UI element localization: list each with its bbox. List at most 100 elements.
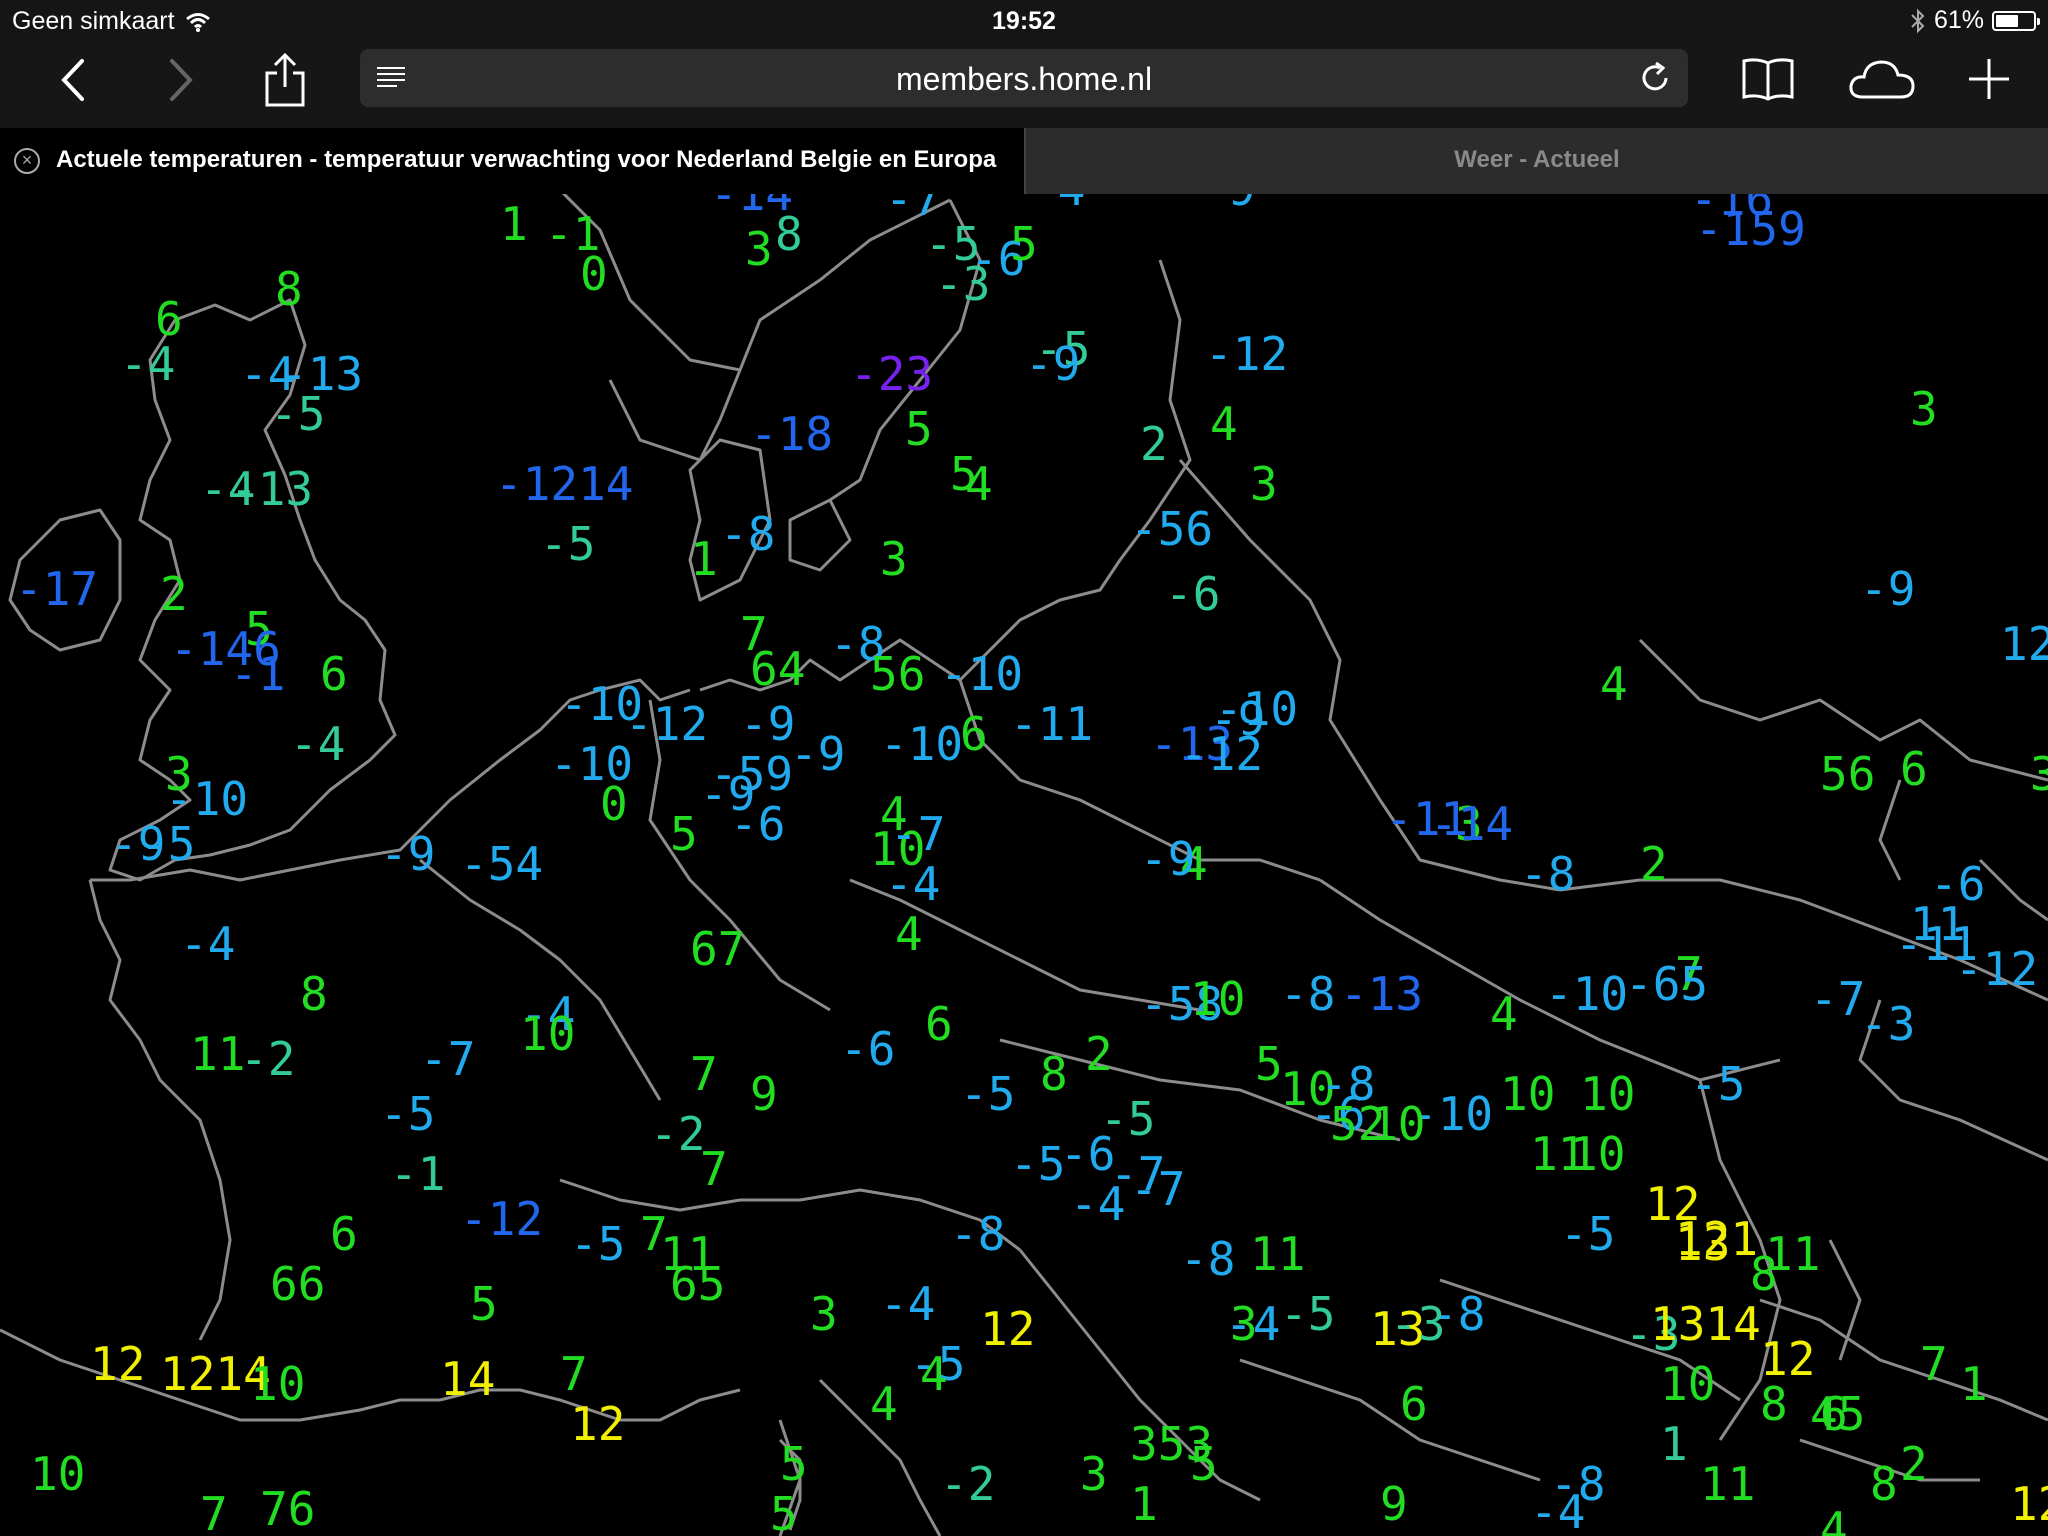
temperature-label: 0 <box>600 777 628 831</box>
reload-button[interactable] <box>1636 59 1674 97</box>
tab-title: Weer - Actueel <box>1454 146 1620 173</box>
temperature-label: 10 <box>1660 1357 1715 1411</box>
temperature-label: 6 <box>960 707 988 761</box>
temperature-label: -4 <box>120 337 175 391</box>
temperature-label: 65 <box>670 1257 725 1311</box>
temperature-label: -4 <box>290 717 345 771</box>
temperature-label: -8 <box>1550 1457 1605 1511</box>
temperature-label: 14 <box>440 1352 495 1406</box>
temperature-label: 10 <box>1190 972 1245 1026</box>
forward-button[interactable] <box>156 52 206 108</box>
temperature-label: -6 <box>1165 567 1220 621</box>
temperature-label: 9 <box>1380 1477 1408 1531</box>
temperature-label: 10 <box>30 1447 85 1501</box>
temperature-label: -12 <box>1180 727 1263 781</box>
close-icon[interactable]: × <box>14 148 40 174</box>
temperature-label: 8 <box>1040 1047 1068 1101</box>
temperature-label: 7 <box>690 1047 718 1101</box>
temperature-label: 2 <box>1085 1027 1113 1081</box>
tab-title: Actuele temperaturen - temperatuur verwa… <box>56 146 997 173</box>
coastline-map: 1-1-14-7-4-9-16-15938-5-3-60685-5-12-4-4… <box>0 194 2048 1536</box>
temperature-label: 12 <box>90 1337 145 1391</box>
temperature-label: 5 <box>1010 217 1038 271</box>
temperature-label: -4 <box>885 857 940 911</box>
temperature-label: -9 <box>1860 562 1915 616</box>
temperature-label: 3 <box>1080 1447 1108 1501</box>
temperature-label: 5 <box>905 402 933 456</box>
temperature-label: -8 <box>950 1207 1005 1261</box>
temperature-label: -12 <box>460 1192 543 1246</box>
temperature-label: -54 <box>460 837 543 891</box>
reload-icon <box>1642 61 1668 91</box>
temperature-label: 11 <box>1250 1227 1305 1281</box>
temperature-label: 12 <box>570 1397 625 1451</box>
temperature-label: -8 <box>1280 967 1335 1021</box>
temperature-label: 1 <box>1960 1357 1988 1411</box>
url-text: members.home.nl <box>895 61 1153 97</box>
temperature-label: -10 <box>2030 627 2048 681</box>
temperature-label: 4 <box>1820 1502 1848 1536</box>
back-button[interactable] <box>48 52 98 108</box>
temperature-label: -2 <box>650 1107 705 1161</box>
temperature-label: 3 <box>810 1287 838 1341</box>
temperature-label: 5 <box>1190 1437 1218 1491</box>
bookmarks-button[interactable] <box>1740 50 1796 108</box>
temperature-label: -65 <box>1625 957 1708 1011</box>
temperature-label: 7 <box>560 1347 588 1401</box>
temperature-label: 9 <box>750 1067 778 1121</box>
temperature-label: 10 <box>520 1007 575 1061</box>
temperature-label: -9 <box>1200 194 1255 216</box>
new-tab-button[interactable] <box>1962 52 2016 106</box>
temperature-label: 8 <box>275 262 303 316</box>
temperature-label: 10 <box>1580 1067 1635 1121</box>
tab-active[interactable]: × Actuele temperaturen - temperatuur ver… <box>0 128 1024 194</box>
battery-percent: 61% <box>1933 6 1984 34</box>
temperature-label: 4 <box>1600 657 1628 711</box>
temperature-label: -7 <box>420 1032 475 1086</box>
temperature-label: 3 <box>1910 382 1938 436</box>
battery-level <box>1996 14 2018 27</box>
temperature-label: -7 <box>1130 1162 1185 1216</box>
temperature-label: 3 <box>745 222 773 276</box>
temperature-label: 12 <box>980 1302 1035 1356</box>
temperature-label: 7 <box>640 1207 668 1261</box>
temperature-label: -8 <box>720 507 775 561</box>
address-bar[interactable]: members.home.nl <box>360 49 1688 107</box>
temperature-label: -12 <box>1205 327 1288 381</box>
tab-inactive[interactable]: Weer - Actueel <box>1024 128 2048 194</box>
temperature-label: 7 <box>200 1487 228 1536</box>
temperature-label: 5 <box>770 1487 798 1536</box>
temperature-label: 0 <box>580 247 608 301</box>
temperature-label: -6 <box>840 1022 895 1076</box>
temperature-label: -9 <box>1025 337 1080 391</box>
temperature-label: -12 <box>1955 942 2038 996</box>
icloud-tabs-button[interactable] <box>1846 50 1918 108</box>
temperature-label: 1314 <box>1650 1297 1761 1351</box>
temperature-label: 5 <box>780 1437 808 1491</box>
battery-icon <box>1992 10 2040 31</box>
temperature-label: -7 <box>890 807 945 861</box>
temperature-label: 8 <box>1750 1247 1778 1301</box>
temperature-label: -159 <box>1695 202 1806 256</box>
clock: 19:52 <box>992 7 1056 35</box>
chevron-left-icon <box>61 59 84 101</box>
temperature-label: -2 <box>940 1457 995 1511</box>
temperature-label: 2 <box>160 567 188 621</box>
temperature-label: 7 <box>1920 1337 1948 1391</box>
temperature-label: -5 <box>570 1217 625 1271</box>
temperature-label: -4 <box>880 1277 935 1331</box>
temperature-label: 11 <box>1700 1457 1755 1511</box>
temperature-label: 1 <box>500 197 528 251</box>
temperature-label: 6 <box>330 1207 358 1261</box>
temperature-label: 5 <box>470 1277 498 1331</box>
temperature-label: 67 <box>690 922 745 976</box>
temperature-label: -5 <box>1010 1137 1065 1191</box>
temperature-label: 4 <box>895 907 923 961</box>
temperature-label: 76 <box>260 1482 315 1536</box>
temperature-label: 1 <box>1130 1477 1158 1531</box>
cloud-icon <box>1849 60 1915 99</box>
temperature-label: 66 <box>270 1257 325 1311</box>
temperature-label: 12 <box>2010 1477 2048 1531</box>
temperature-label: -5 <box>140 817 195 871</box>
share-button[interactable] <box>258 48 312 112</box>
